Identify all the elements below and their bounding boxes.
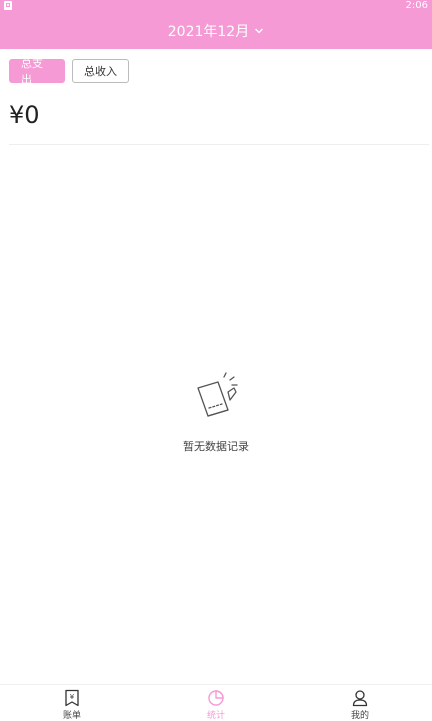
pie-chart-icon [208, 690, 224, 706]
tab-total-expense[interactable]: 总支出 [9, 57, 65, 86]
empty-state: 暂无数据记录 [0, 370, 432, 454]
status-bar: 2:06 [0, 0, 432, 12]
tab-label: 总支出 [21, 57, 43, 86]
status-time: 2:06 [405, 0, 428, 11]
month-picker[interactable]: 2021年12月 [168, 21, 264, 41]
tab-total-income[interactable]: 总收入 [72, 59, 129, 83]
sim-icon [4, 1, 12, 10]
month-label: 2021年12月 [167, 23, 250, 40]
empty-message: 暂无数据记录 [183, 440, 249, 453]
app-header: 2021年12月 [0, 12, 432, 49]
nav-item-profile[interactable]: 我的 [288, 685, 432, 721]
type-tabs: 总支出 总收入 [9, 57, 129, 86]
total-amount: ¥0 [9, 101, 40, 129]
nav-label: 我的 [350, 711, 369, 721]
svg-text:¥: ¥ [70, 693, 75, 701]
nav-item-stats[interactable]: 统计 [144, 685, 288, 721]
nav-item-bill[interactable]: ¥ 账单 [0, 685, 144, 721]
empty-notebook-icon [197, 372, 238, 417]
divider [9, 144, 429, 145]
chevron-down-icon [255, 28, 264, 33]
bottom-nav: ¥ 账单 统计 我的 [0, 684, 432, 721]
bill-icon: ¥ [65, 689, 79, 707]
nav-label: 统计 [206, 711, 225, 721]
user-icon [352, 690, 368, 707]
nav-label: 账单 [62, 711, 81, 721]
tab-label: 总收入 [84, 65, 117, 78]
